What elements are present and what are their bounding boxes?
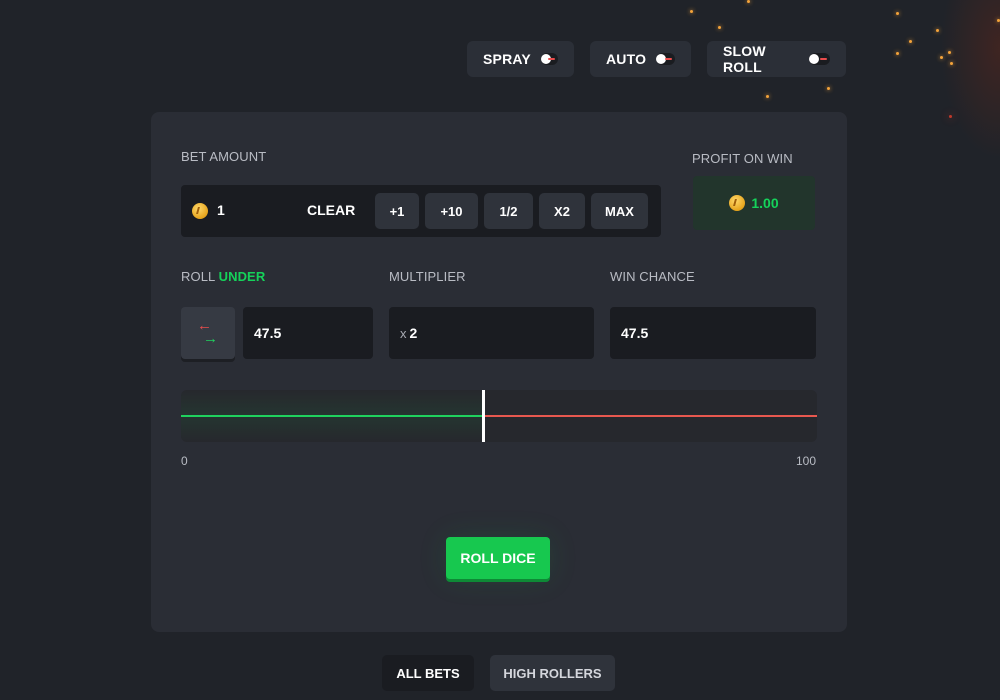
roll-under-value: 47.5	[254, 325, 282, 341]
spark	[718, 26, 721, 29]
multiplier-label: MULTIPLIER	[389, 269, 466, 284]
coin-icon	[192, 203, 208, 219]
roll-under-input[interactable]: 47.5	[243, 307, 373, 359]
roll-under-label: ROLL UNDER	[181, 269, 265, 284]
ambient-glow	[940, 0, 1000, 160]
slow-roll-toggle-label: SLOW ROLL	[723, 43, 766, 75]
spark	[909, 40, 912, 43]
double-button[interactable]: X2	[539, 193, 585, 229]
switch-off-mark	[820, 58, 827, 60]
profit-on-win-value: 1.00	[751, 195, 779, 211]
bet-amount-field[interactable]: 1 CLEAR +1 +10 1/2 X2 MAX	[181, 185, 661, 237]
roll-direction-label: UNDER	[218, 269, 266, 284]
slow-roll-toggle[interactable]: SLOW ROLL	[707, 41, 846, 77]
spark	[896, 52, 899, 55]
arrow-right-icon: →	[203, 330, 218, 347]
clear-button[interactable]: CLEAR	[307, 202, 355, 218]
spark	[949, 115, 952, 118]
roll-dice-button[interactable]: ROLL DICE	[446, 537, 550, 579]
spray-toggle[interactable]: SPRAY	[467, 41, 574, 77]
switch-knob	[808, 54, 819, 64]
plus-ten-button[interactable]: +10	[425, 193, 478, 229]
slider-lose-track	[483, 415, 817, 417]
switch-off-mark	[665, 58, 672, 60]
half-button[interactable]: 1/2	[484, 193, 533, 229]
auto-toggle-label: AUTO	[606, 51, 647, 67]
max-button[interactable]: MAX	[591, 193, 648, 229]
switch-off-mark	[548, 58, 555, 60]
win-chance-value: 47.5	[621, 325, 649, 341]
slider-max-label: 100	[795, 454, 816, 468]
spray-switch[interactable]	[540, 53, 558, 65]
spark	[896, 12, 899, 15]
tab-high-rollers[interactable]: HIGH ROLLERS	[490, 655, 615, 691]
spark	[766, 95, 769, 98]
profit-on-win-field: 1.00	[693, 176, 815, 230]
win-chance-input[interactable]: 47.5	[610, 307, 816, 359]
auto-switch[interactable]	[656, 53, 675, 65]
spray-toggle-label: SPRAY	[483, 51, 531, 67]
multiplier-input[interactable]: x 2	[389, 307, 594, 359]
spark	[936, 29, 939, 32]
spark	[747, 0, 750, 3]
bet-amount-value[interactable]: 1	[217, 202, 225, 218]
win-chance-label: WIN CHANCE	[610, 269, 695, 284]
slider-min-label: 0	[181, 454, 188, 468]
spark	[940, 56, 943, 59]
dice-panel: BET AMOUNT 1 CLEAR +1 +10 1/2 X2 MAX PRO…	[151, 112, 847, 632]
spark	[690, 10, 693, 13]
roll-slider[interactable]	[181, 390, 817, 442]
tab-all-bets[interactable]: ALL BETS	[382, 655, 474, 691]
bet-amount-label: BET AMOUNT	[181, 149, 267, 164]
multiplier-value: 2	[409, 325, 418, 341]
plus-one-button[interactable]: +1	[375, 193, 419, 229]
profit-on-win-label: PROFIT ON WIN	[692, 151, 793, 166]
roll-label-prefix: ROLL	[181, 269, 219, 284]
coin-icon	[729, 195, 746, 211]
auto-toggle[interactable]: AUTO	[590, 41, 691, 77]
spark	[827, 87, 830, 90]
slider-win-track	[181, 415, 483, 417]
spark	[950, 62, 953, 65]
multiplier-prefix: x	[400, 325, 407, 341]
swap-direction-button[interactable]: ← →	[181, 307, 235, 359]
spark	[948, 51, 951, 54]
slow-roll-switch[interactable]	[808, 53, 830, 65]
slider-handle[interactable]	[482, 390, 485, 442]
